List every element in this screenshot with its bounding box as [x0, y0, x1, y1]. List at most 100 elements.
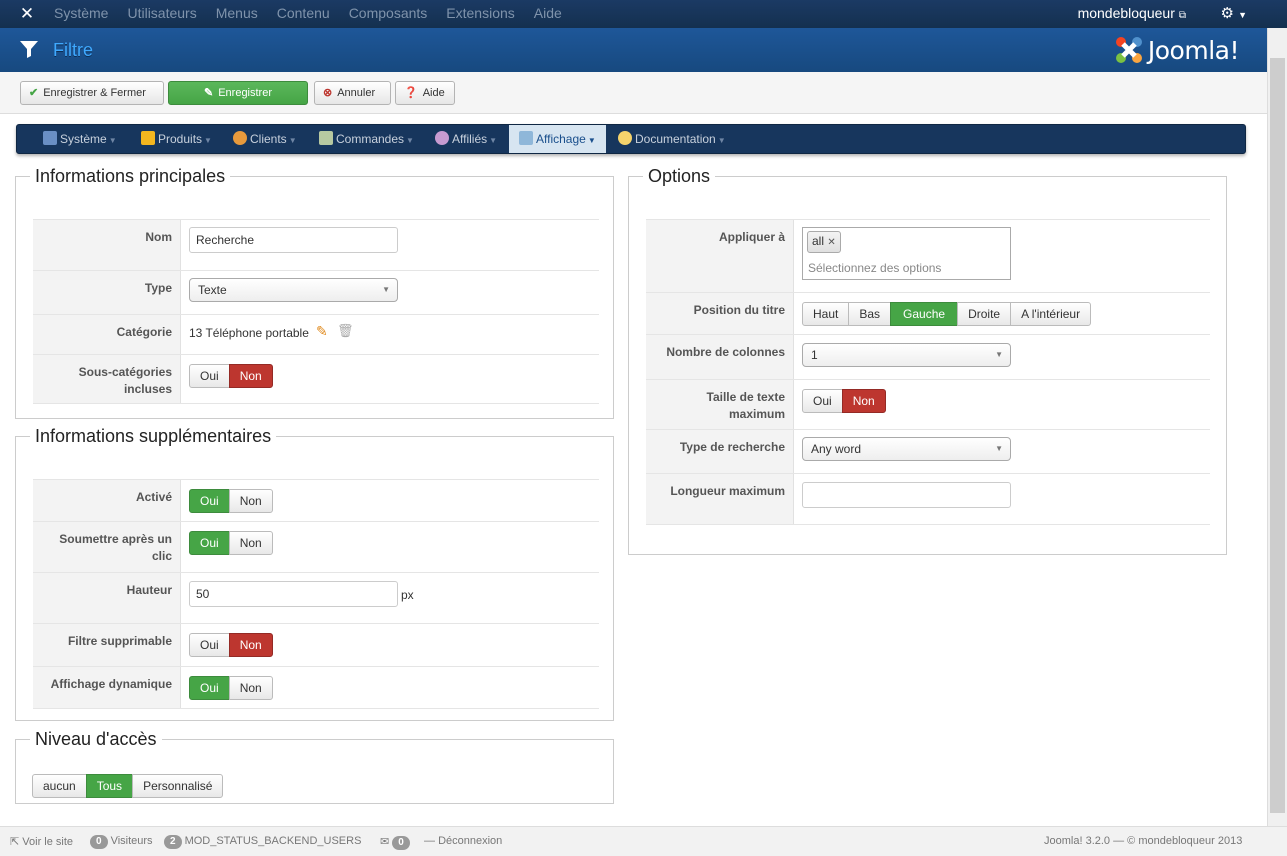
title-pos-gauche[interactable]: Gauche [890, 302, 959, 326]
row-type: Type Texte ▼ [33, 270, 599, 314]
access-tous[interactable]: Tous [85, 774, 134, 798]
edit-pencil-icon[interactable]: ✎ [316, 323, 328, 340]
search-type-value: Any word [811, 442, 862, 456]
cancel-icon: ⊗ [323, 87, 333, 99]
toggle-oui[interactable]: Oui [189, 364, 230, 388]
remove-tag-icon[interactable]: ✕ [827, 237, 835, 248]
save-label: Enregistrer [218, 87, 272, 99]
type-select[interactable]: Texte ▼ [189, 278, 398, 302]
maxtext-toggle: Oui Non [802, 389, 886, 413]
subnav-affichage-label: Affichage [536, 132, 586, 146]
title-pos-interieur[interactable]: A l'intérieur [1010, 302, 1092, 326]
logout-link[interactable]: — Déconnexion [424, 835, 502, 847]
subnav-commandes-label: Commandes [336, 132, 405, 146]
joomla-brand-icon [1115, 37, 1142, 63]
menu-aide[interactable]: Aide [534, 0, 562, 28]
title-pos-haut[interactable]: Haut [802, 302, 850, 326]
menu-menus[interactable]: Menus [216, 0, 258, 28]
menu-composants[interactable]: Composants [349, 0, 428, 28]
joomla-logo-icon[interactable]: ✕ [16, 4, 38, 24]
subnav-affilies-label: Affiliés [452, 132, 488, 146]
nom-input[interactable]: Recherche [189, 227, 398, 253]
help-button[interactable]: ❓ Aide [395, 81, 455, 105]
apply-multiselect[interactable]: all ✕ Sélectionnez des options [802, 227, 1011, 280]
submit-label: Soumettre après un clic [33, 522, 181, 572]
caret-icon: ▼ [717, 136, 726, 145]
external-link-icon: ⇱ [10, 836, 20, 848]
user-site-link[interactable]: mondebloqueur ⧉ [1078, 0, 1186, 29]
hauteur-input[interactable]: 50 [189, 581, 398, 607]
view-site-link[interactable]: ⇱ Voir le site [10, 835, 73, 848]
toggle-oui[interactable]: Oui [189, 531, 230, 555]
page-header: Filtre Joomla! [0, 28, 1267, 72]
settings-gear-icon[interactable]: ⚙ ▼ [1220, 0, 1247, 29]
subnav-documentation[interactable]: Documentation ▼ [618, 125, 726, 153]
access-personnalise[interactable]: Personnalisé [132, 774, 224, 798]
row-active: Activé Oui Non [33, 479, 599, 521]
title-pos-droite[interactable]: Droite [957, 302, 1012, 326]
backend-label: MOD_STATUS_BACKEND_USERS [184, 835, 362, 847]
apply-placeholder: Sélectionnez des options [808, 261, 942, 275]
submit-toggle: Oui Non [189, 531, 273, 555]
subnav-clients[interactable]: Clients ▼ [233, 125, 297, 153]
removable-label: Filtre supprimable [33, 624, 181, 666]
save-close-button[interactable]: ✔ Enregistrer & Fermer [20, 81, 164, 105]
help-circle-icon [618, 131, 632, 145]
scrollbar[interactable] [1267, 28, 1287, 826]
apply-label: Appliquer à [646, 220, 794, 292]
messages-badge: 0 [392, 836, 410, 850]
tools-icon [43, 131, 57, 145]
toggle-non[interactable]: Non [228, 531, 273, 555]
menu-utilisateurs[interactable]: Utilisateurs [127, 0, 196, 28]
joomla-brand: Joomla! [1114, 34, 1240, 66]
scrollbar-thumb[interactable] [1270, 58, 1285, 813]
toggle-oui[interactable]: Oui [189, 676, 230, 700]
access-fieldset: Niveau d'accès aucun Tous Personnalisé [15, 729, 614, 804]
access-legend: Niveau d'accès [35, 729, 157, 749]
messages-status[interactable]: ✉ 0 [380, 835, 413, 850]
logout-label: Déconnexion [438, 835, 503, 847]
toggle-oui[interactable]: Oui [802, 389, 843, 413]
menu-contenu[interactable]: Contenu [277, 0, 330, 28]
users-icon [233, 131, 247, 145]
subnav-affichage[interactable]: Affichage ▼ [509, 125, 606, 153]
menu-extensions[interactable]: Extensions [446, 0, 514, 28]
chevron-down-icon: ▼ [995, 444, 1003, 453]
maxlen-label: Longueur maximum [646, 474, 794, 524]
toggle-non[interactable]: Non [228, 489, 273, 513]
toggle-oui[interactable]: Oui [189, 633, 230, 657]
save-button[interactable]: ✎ Enregistrer [168, 81, 308, 105]
toggle-non[interactable]: Non [841, 389, 886, 413]
search-type-select[interactable]: Any word ▼ [802, 437, 1011, 461]
row-submit: Soumettre après un clic Oui Non [33, 521, 599, 572]
title-pos-bas[interactable]: Bas [848, 302, 892, 326]
subnav-commandes[interactable]: Commandes ▼ [319, 125, 414, 153]
access-aucun[interactable]: aucun [32, 774, 87, 798]
question-icon: ❓ [404, 87, 418, 99]
save-close-label: Enregistrer & Fermer [43, 87, 146, 99]
joomla-brand-text: Joomla! [1147, 35, 1240, 65]
affiliates-icon [435, 131, 449, 145]
dynamic-label: Affichage dynamique [33, 667, 181, 708]
cancel-button[interactable]: ⊗ Annuler [314, 81, 391, 105]
nom-label: Nom [33, 220, 181, 270]
trash-icon[interactable]: 🗑 [337, 323, 354, 339]
admin-topbar: ✕ Système Utilisateurs Menus Contenu Com… [0, 0, 1287, 28]
main-info-legend: Informations principales [35, 166, 226, 186]
toggle-non[interactable]: Non [228, 364, 273, 388]
maxlen-input[interactable] [802, 482, 1011, 508]
external-link-icon: ⧉ [1178, 10, 1186, 21]
menu-systeme[interactable]: Système [54, 0, 108, 28]
hauteur-unit: px [401, 588, 414, 602]
subnav-systeme[interactable]: Système ▼ [43, 125, 117, 153]
toggle-non[interactable]: Non [228, 676, 273, 700]
apply-tag: all ✕ [807, 231, 841, 253]
subnav-produits[interactable]: Produits ▼ [141, 125, 212, 153]
toggle-non[interactable]: Non [228, 633, 273, 657]
columns-select[interactable]: 1 ▼ [802, 343, 1011, 367]
subnav-affilies[interactable]: Affiliés ▼ [435, 125, 497, 153]
subnav-systeme-label: Système [60, 132, 107, 146]
toggle-oui[interactable]: Oui [189, 489, 230, 513]
dynamic-toggle: Oui Non [189, 676, 273, 700]
columns-value: 1 [811, 348, 818, 362]
